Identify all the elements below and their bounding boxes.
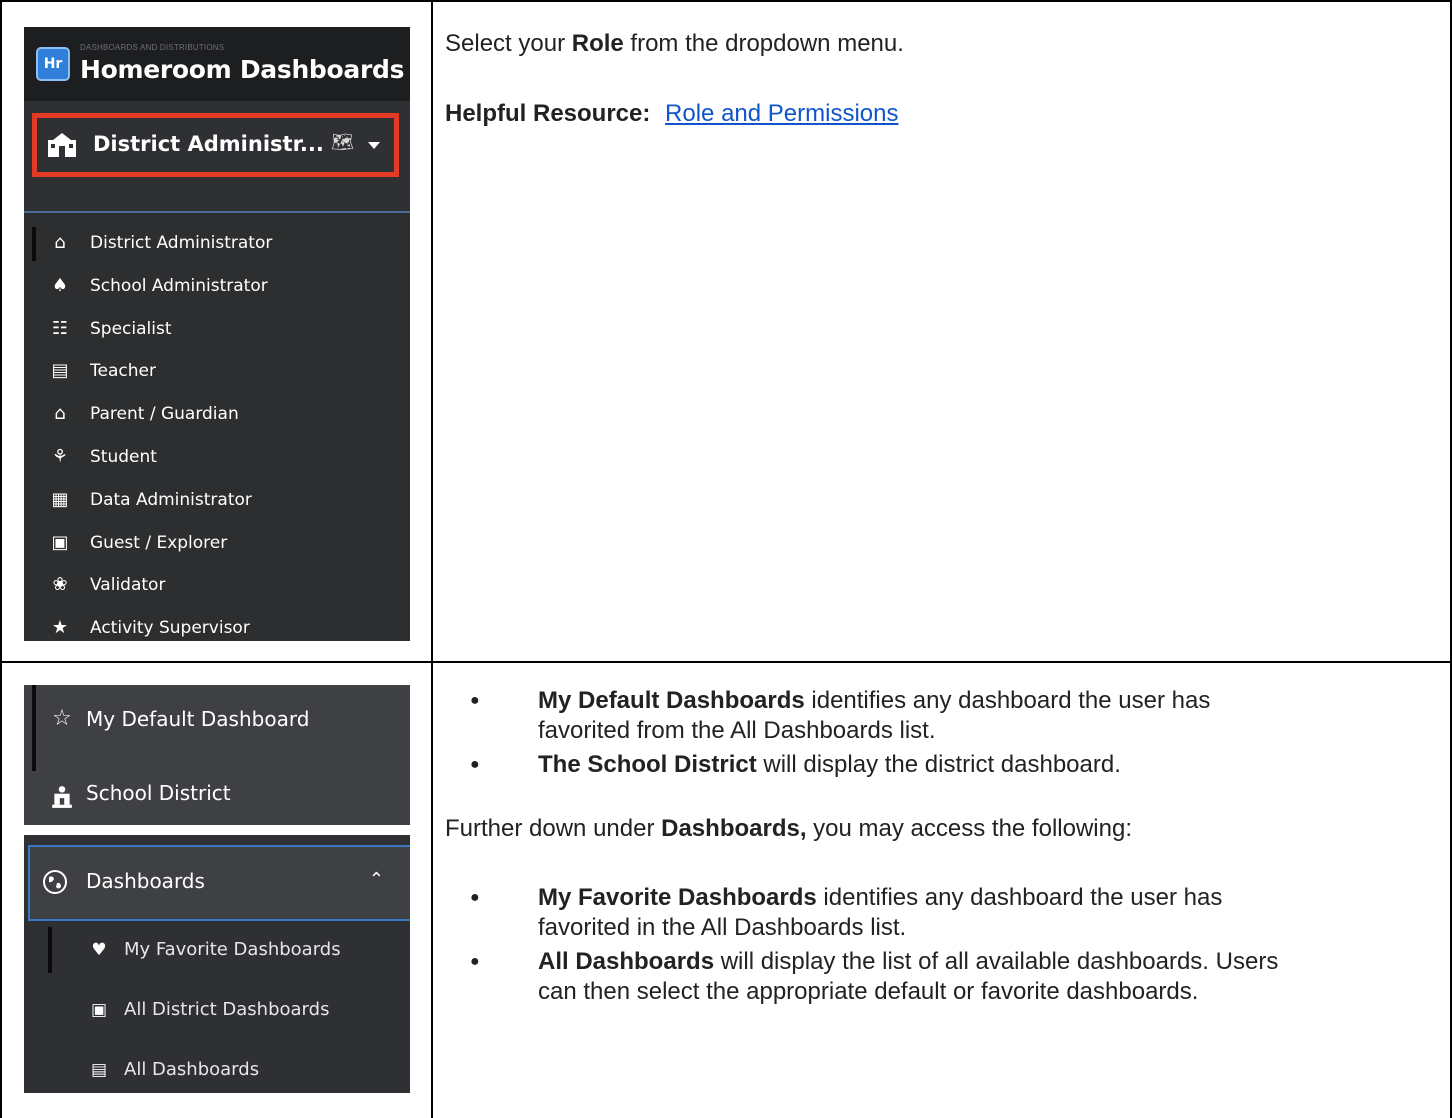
- dashboards-section-header[interactable]: Dashboards ⌃: [28, 845, 410, 921]
- instruction-select-role: Select your Role from the dropdown menu.: [445, 30, 904, 58]
- table-border-top: [0, 0, 1452, 2]
- dashboards-menu-screenshot: Dashboards ⌃ ♥ My Favorite Dashboards ▣ …: [24, 835, 410, 1093]
- app-header: Hr DASHBOARDS AND DISTRIBUTIONS Homeroom…: [24, 27, 410, 101]
- district-dashboard-icon: ▣: [90, 1000, 108, 1020]
- homeroom-logo: Hr: [36, 47, 70, 81]
- role-option-label: Guest / Explorer: [90, 532, 228, 553]
- list-item: ● All Dashboards will display the list o…: [470, 947, 1430, 1017]
- sub-item-my-favorite-dashboards[interactable]: ♥ My Favorite Dashboards: [24, 933, 410, 973]
- bullet-icon: ●: [470, 953, 480, 970]
- list-item: ● The School District will display the d…: [470, 750, 1430, 786]
- data-admin-icon: ▦: [51, 488, 69, 510]
- resource-label: Helpful Resource:: [445, 100, 651, 127]
- role-option[interactable]: ▦ Data Administrator: [24, 484, 410, 520]
- dashboards-paragraph: Further down under Dashboards, you may a…: [445, 815, 1132, 842]
- role-option-label: Teacher: [90, 361, 156, 382]
- sub-item-all-dashboards[interactable]: ▤ All Dashboards: [24, 1053, 410, 1093]
- stars-icon: ★: [51, 617, 69, 639]
- school-building-icon: [48, 133, 76, 157]
- role-option[interactable]: ❀ Validator: [24, 569, 410, 605]
- award-ribbon-icon: ❀: [52, 574, 68, 596]
- app-subtitle: DASHBOARDS AND DISTRIBUTIONS: [80, 43, 225, 52]
- role-option-label: School Administrator: [90, 275, 268, 296]
- desk-apple-icon: ♠: [51, 274, 69, 296]
- selected-role-label: District Administr...: [93, 132, 324, 156]
- home-heart-icon: ⌂: [54, 403, 66, 425]
- globe-icon: [43, 870, 67, 894]
- favorite-dashboard-icon: ♥: [91, 940, 107, 960]
- role-option-label: Specialist: [90, 318, 172, 339]
- chevron-up-icon: ⌃: [368, 869, 384, 890]
- table-border-middle: [0, 661, 1452, 663]
- role-option-label: Parent / Guardian: [90, 404, 239, 425]
- role-option[interactable]: ★ Activity Supervisor: [24, 612, 410, 641]
- nav-item-label: School District: [86, 781, 231, 805]
- role-option-label: District Administrator: [90, 233, 273, 253]
- role-option-label: Validator: [90, 575, 166, 596]
- role-option[interactable]: ⌂ Parent / Guardian: [24, 398, 410, 434]
- role-user-icon: 🗺: [331, 132, 354, 152]
- default-dashboard-screenshot: ☆ My Default Dashboard School District: [24, 685, 410, 825]
- role-option[interactable]: ▤ Teacher: [24, 355, 410, 391]
- bullet-icon: ●: [470, 756, 480, 773]
- role-option[interactable]: ⚘ Student: [24, 441, 410, 477]
- backpack-icon: ▣: [51, 531, 69, 553]
- school-building-icon: ⌂: [54, 232, 66, 253]
- bullet-icon: ●: [470, 692, 480, 709]
- list-item: ● My Favorite Dashboards identifies any …: [470, 883, 1430, 953]
- table-border-center: [431, 0, 433, 1118]
- role-option-label: Student: [90, 447, 157, 467]
- bullet-text: All Dashboards will display the list of …: [538, 948, 1279, 1005]
- chalkboard-icon: ▤: [51, 360, 69, 382]
- instruction-bold: Role: [571, 30, 624, 57]
- nav-item-my-default-dashboard[interactable]: ☆ My Default Dashboard: [24, 693, 410, 753]
- role-permissions-link[interactable]: Role and Permissions: [665, 100, 898, 127]
- sub-item-label: All Dashboards: [124, 1059, 260, 1080]
- role-option-label: Activity Supervisor: [90, 618, 250, 639]
- school-district-icon: [52, 786, 72, 808]
- star-outline-icon: ☆: [52, 706, 72, 731]
- role-option[interactable]: ♠ School Administrator: [24, 270, 410, 306]
- chevron-down-icon: [368, 142, 380, 149]
- bullet-icon: ●: [470, 889, 480, 906]
- role-menu-screenshot: Hr DASHBOARDS AND DISTRIBUTIONS Homeroom…: [24, 27, 410, 641]
- sub-item-label: My Favorite Dashboards: [124, 939, 341, 960]
- nav-item-school-district[interactable]: School District: [24, 767, 410, 825]
- all-dashboards-icon: ▤: [90, 1060, 108, 1080]
- active-indicator: [32, 227, 36, 261]
- role-dropdown[interactable]: District Administr... 🗺: [32, 113, 399, 177]
- document-search-icon: ☷: [51, 317, 69, 339]
- role-option[interactable]: ⌂ District Administrator: [24, 227, 410, 263]
- table-border-left: [0, 0, 2, 1118]
- bullet-text: My Default Dashboards identifies any das…: [538, 687, 1211, 744]
- bullet-text: My Favorite Dashboards identifies any da…: [538, 884, 1223, 941]
- role-selector-area: District Administr... 🗺: [24, 101, 410, 213]
- role-option[interactable]: ▣ Guest / Explorer: [24, 527, 410, 563]
- bullet-text: The School District will display the dis…: [538, 751, 1121, 778]
- instruction-text: Select your: [445, 30, 572, 57]
- role-option[interactable]: ☷ Specialist: [24, 313, 410, 349]
- graduation-cap-icon: ⚘: [51, 446, 69, 467]
- sub-item-label: All District Dashboards: [124, 999, 330, 1020]
- role-option-label: Data Administrator: [90, 489, 252, 510]
- helpful-resource: Helpful Resource: Role and Permissions: [445, 100, 898, 128]
- app-title: Homeroom Dashboards: [80, 55, 405, 84]
- dashboards-section-label: Dashboards: [86, 869, 205, 893]
- list-item: ● My Default Dashboards identifies any d…: [470, 686, 1430, 756]
- instruction-text-end: from the dropdown menu.: [623, 30, 904, 57]
- sub-item-all-district-dashboards[interactable]: ▣ All District Dashboards: [24, 993, 410, 1033]
- nav-item-label: My Default Dashboard: [86, 707, 310, 731]
